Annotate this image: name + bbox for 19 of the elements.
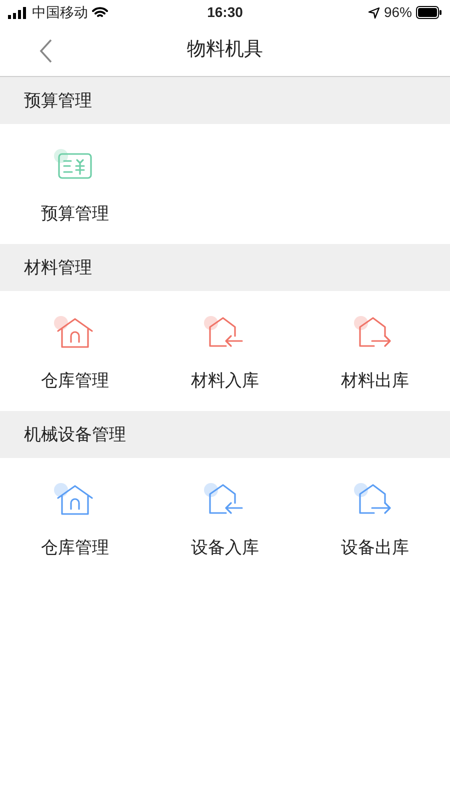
signal-icon — [8, 6, 28, 18]
menu-tile[interactable]: 材料出库 — [300, 291, 450, 411]
menu-tile[interactable]: 仓库管理 — [0, 458, 150, 578]
section-header: 预算管理 — [0, 77, 450, 124]
menu-tile[interactable]: 设备入库 — [150, 458, 300, 578]
location-arrow-icon — [368, 6, 380, 18]
battery-icon — [416, 6, 442, 19]
section-header: 机械设备管理 — [0, 411, 450, 458]
menu-tile[interactable]: 仓库管理 — [0, 291, 150, 411]
page-title: 物料机具 — [187, 38, 263, 62]
section-header: 材料管理 — [0, 244, 450, 291]
back-chevron-icon — [39, 39, 53, 63]
menu-tile[interactable]: 材料入库 — [150, 291, 300, 411]
carrier-name: 中国移动 — [32, 3, 88, 22]
battery-percent: 96% — [384, 3, 412, 22]
wifi-icon — [92, 6, 108, 18]
status-time: 16:30 — [207, 3, 243, 22]
menu-tile[interactable]: 预算管理 — [0, 124, 150, 244]
menu-tile[interactable]: 设备出库 — [300, 458, 450, 578]
